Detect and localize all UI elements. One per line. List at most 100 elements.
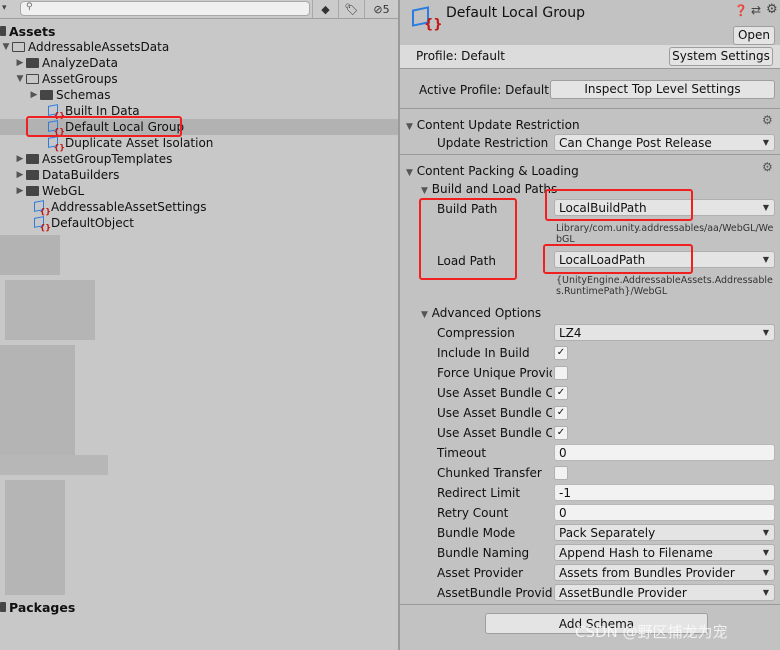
text-input[interactable]: 0 bbox=[554, 504, 775, 521]
dropdown[interactable]: Pack Separately ▼ bbox=[554, 524, 775, 541]
content-update-foldout[interactable]: ▼ Content Update Restriction bbox=[406, 118, 580, 132]
divider bbox=[400, 604, 780, 605]
blurred-region bbox=[0, 235, 60, 275]
open-button[interactable]: Open bbox=[733, 26, 775, 45]
filter-by-type-button[interactable]: ◆ bbox=[312, 0, 338, 18]
chevron-down-icon: ▼ bbox=[762, 588, 769, 597]
tree-item-label: DataBuilders bbox=[42, 168, 120, 182]
dropdown-value: Assets from Bundles Provider bbox=[559, 565, 735, 580]
chevron-down-icon: ▼ bbox=[762, 203, 769, 212]
tree-item[interactable]: ▶ DataBuilders bbox=[0, 167, 398, 183]
folder-open-icon bbox=[12, 42, 25, 52]
expand-arrow-icon[interactable]: ▶ bbox=[14, 186, 26, 196]
chevron-down-icon: ▼ bbox=[762, 548, 769, 557]
tree-item[interactable]: ▼ AddressableAssetsData bbox=[0, 39, 398, 55]
load-path-hint: {UnityEngine.AddressableAssets.Addressab… bbox=[556, 275, 773, 297]
checkbox[interactable]: ✓ bbox=[554, 386, 568, 400]
highlight-box bbox=[543, 244, 693, 274]
expand-arrow-open-icon[interactable]: ▼ bbox=[14, 74, 26, 84]
tree-item-label: AssetGroupTemplates bbox=[42, 152, 173, 166]
project-toolbar: ▾ ⚲ ◆ 🏷 ⊘ 5 bbox=[0, 0, 398, 19]
tree-item[interactable]: {} Duplicate Asset Isolation bbox=[0, 135, 398, 152]
help-icon[interactable]: ❓ bbox=[734, 4, 748, 17]
create-dropdown-icon[interactable]: ▾ bbox=[2, 3, 7, 13]
checkbox[interactable] bbox=[554, 366, 568, 380]
tree-root-assets[interactable]: Assets bbox=[0, 23, 398, 39]
watermark: CSDN @野区捕龙为宠 bbox=[575, 623, 728, 641]
expand-arrow-icon[interactable]: ▶ bbox=[14, 154, 26, 164]
expand-arrow-icon[interactable]: ▶ bbox=[14, 58, 26, 68]
active-profile-label: Active Profile: Default bbox=[419, 83, 549, 97]
chevron-down-icon: ▼ bbox=[762, 328, 769, 337]
inspector-panel: {} Default Local Group ❓ ⇄ ⚙ Open Profil… bbox=[400, 0, 780, 650]
tree-item[interactable]: ▶ AssetGroupTemplates bbox=[0, 151, 398, 167]
input-value: 0 bbox=[559, 505, 567, 520]
folder-icon bbox=[26, 154, 39, 164]
addressable-group-icon: {} bbox=[410, 5, 443, 33]
shapes-icon: ◆ bbox=[321, 2, 330, 16]
content-packing-foldout[interactable]: ▼ Content Packing & Loading bbox=[406, 164, 579, 178]
tree-root-packages[interactable]: Packages bbox=[0, 599, 398, 615]
advanced-options-foldout[interactable]: ▼ Advanced Options bbox=[421, 306, 541, 320]
preset-icon[interactable]: ⇄ bbox=[751, 3, 761, 17]
eye-slash-icon: ⊘ bbox=[373, 2, 383, 16]
field-label: Timeout bbox=[437, 446, 487, 460]
field-label: Use Asset Bundle Crc bbox=[437, 406, 552, 420]
tree-item[interactable]: ▶ WebGL bbox=[0, 183, 398, 199]
update-restriction-dropdown[interactable]: Can Change Post Release ▼ bbox=[554, 134, 775, 151]
expand-arrow-open-icon[interactable]: ▼ bbox=[0, 42, 12, 52]
checkbox[interactable]: ✓ bbox=[554, 406, 568, 420]
tree-item-label: AssetGroups bbox=[42, 72, 118, 86]
section-header: Build and Load Paths bbox=[431, 182, 558, 196]
tree-item[interactable]: ▼ AssetGroups bbox=[0, 71, 398, 87]
dropdown-value: Pack Separately bbox=[559, 525, 656, 540]
text-input[interactable]: -1 bbox=[554, 484, 775, 501]
checkbox[interactable]: ✓ bbox=[554, 346, 568, 360]
tree-item[interactable]: {} AddressableAssetSettings bbox=[0, 199, 398, 216]
field-label: Redirect Limit bbox=[437, 486, 521, 500]
inspect-top-level-settings-button[interactable]: Inspect Top Level Settings bbox=[550, 80, 775, 99]
field-label: AssetBundle Provider bbox=[437, 586, 552, 600]
text-input[interactable]: 0 bbox=[554, 444, 775, 461]
expand-arrow-icon[interactable]: ▶ bbox=[28, 90, 40, 100]
chevron-down-icon: ▼ bbox=[762, 138, 769, 147]
field-label: Chunked Transfer bbox=[437, 466, 542, 480]
tree-item[interactable]: ▶ AnalyzeData bbox=[0, 55, 398, 71]
search-input[interactable]: ⚲ bbox=[20, 1, 310, 16]
checkbox[interactable] bbox=[554, 466, 568, 480]
highlight-box bbox=[26, 116, 182, 137]
field-label: Bundle Naming bbox=[437, 546, 530, 560]
dropdown-value: Can Change Post Release bbox=[559, 135, 712, 150]
folder-icon bbox=[26, 186, 39, 196]
tree-item-label: AnalyzeData bbox=[42, 56, 118, 70]
addressable-group-icon: {} bbox=[34, 200, 51, 216]
checkbox[interactable]: ✓ bbox=[554, 426, 568, 440]
folder-icon bbox=[26, 58, 39, 68]
divider bbox=[400, 108, 780, 109]
hidden-packages-button[interactable]: ⊘ 5 bbox=[364, 0, 398, 18]
dropdown[interactable]: LZ4 ▼ bbox=[554, 324, 775, 341]
input-value: 0 bbox=[559, 445, 567, 460]
folder-icon bbox=[40, 90, 53, 100]
build-path-hint: Library/com.unity.addressables/aa/WebGL/… bbox=[556, 223, 774, 245]
chevron-down-icon: ▼ bbox=[762, 528, 769, 537]
build-load-paths-foldout[interactable]: ▼ Build and Load Paths bbox=[421, 182, 557, 196]
tree-item[interactable]: ▶ Schemas bbox=[0, 87, 398, 103]
section-header: Content Packing & Loading bbox=[416, 164, 579, 178]
gear-icon[interactable]: ⚙ bbox=[766, 2, 778, 17]
dropdown[interactable]: AssetBundle Provider ▼ bbox=[554, 584, 775, 601]
gear-icon[interactable]: ⚙ bbox=[762, 160, 773, 174]
field-label: Force Unique Provider bbox=[437, 366, 552, 380]
dropdown[interactable]: Append Hash to Filename ▼ bbox=[554, 544, 775, 561]
hidden-count: 5 bbox=[382, 2, 390, 16]
system-settings-button[interactable]: System Settings bbox=[669, 47, 773, 66]
dropdown[interactable]: Assets from Bundles Provider ▼ bbox=[554, 564, 775, 581]
expand-arrow-icon[interactable]: ▶ bbox=[14, 170, 26, 180]
gear-icon[interactable]: ⚙ bbox=[762, 113, 773, 127]
filter-by-label-button[interactable]: 🏷 bbox=[338, 0, 364, 18]
tree-item[interactable]: {} DefaultObject bbox=[0, 215, 398, 232]
dropdown-value: AssetBundle Provider bbox=[559, 585, 687, 600]
folder-open-icon bbox=[26, 74, 39, 84]
folder-icon bbox=[0, 26, 6, 36]
tree-item-label: Duplicate Asset Isolation bbox=[65, 136, 214, 150]
